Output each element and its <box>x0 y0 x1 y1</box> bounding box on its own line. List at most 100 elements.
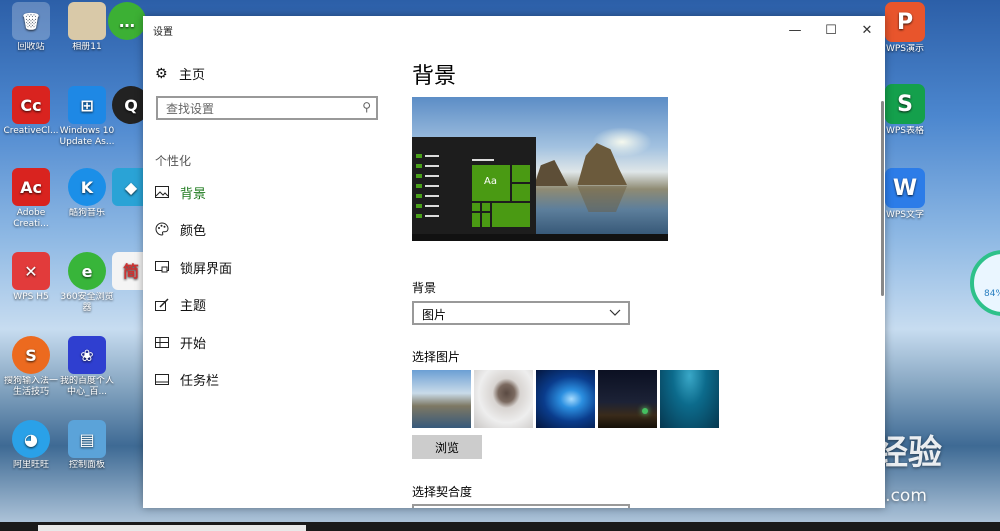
preview-reflection <box>577 186 627 212</box>
desktop-icon-qq[interactable]: Q <box>112 86 150 126</box>
desktop-icon-label: 控制面板 <box>68 460 105 470</box>
desktop-icon-baidupan[interactable]: ◆ <box>112 168 150 208</box>
fit-select[interactable] <box>412 504 630 508</box>
picture-thumbnail-underwater[interactable] <box>660 370 719 428</box>
search-input[interactable] <box>164 100 356 118</box>
preview-tile <box>472 213 480 227</box>
wps-h5-icon: ✕ <box>12 252 50 290</box>
browse-button[interactable]: 浏览 <box>412 435 482 459</box>
taskbar-active-app[interactable] <box>38 525 306 531</box>
background-type-value: 图片 <box>422 308 447 322</box>
background-label: 背景 <box>412 281 437 295</box>
theme-icon <box>155 297 169 311</box>
settings-window: 设置 — ☐ ✕ ⚙ 主页 ⚲ 个性化 背景 颜色 锁屏界面 主题 <box>143 16 885 508</box>
maximize-button[interactable]: ☐ <box>813 16 849 44</box>
desktop-icon-label: 360安全浏览器 <box>60 292 114 313</box>
background-type-select[interactable]: 图片 <box>412 301 630 325</box>
sidebar-home[interactable]: ⚙ 主页 <box>155 64 206 84</box>
desktop-icon-wechat[interactable]: … <box>108 2 146 42</box>
sidebar-item-taskbar[interactable]: 任务栏 <box>155 369 219 389</box>
sidebar-item-label: 开始 <box>180 336 207 352</box>
preview-tile <box>482 203 490 211</box>
preview-tile-text: Aa <box>484 176 497 187</box>
preview-tile <box>492 203 530 227</box>
desktop-icon-sogou[interactable]: S 搜狗输入法一生活技巧 <box>0 336 62 398</box>
kugou-icon: K <box>68 168 106 206</box>
page-title: 背景 <box>412 64 457 89</box>
preview-taskbar <box>412 234 668 241</box>
sidebar-item-lockscreen[interactable]: 锁屏界面 <box>155 257 232 277</box>
sidebar-item-label: 锁屏界面 <box>180 261 233 277</box>
title-bar[interactable]: 设置 — ☐ ✕ <box>143 16 885 44</box>
desktop-icon-label: Adobe Creati... <box>13 208 49 229</box>
desktop-icon-control-panel[interactable]: ▤ 控制面板 <box>56 420 118 471</box>
sogou-icon: S <box>12 336 50 374</box>
adobe-cc-icon: Ac <box>12 168 50 206</box>
chevron-down-icon <box>609 309 621 316</box>
wps-presentation-icon: P <box>885 2 925 42</box>
search-icon[interactable]: ⚲ <box>362 100 371 114</box>
search-box[interactable]: ⚲ <box>156 96 378 120</box>
sidebar-item-label: 颜色 <box>180 223 207 239</box>
wps-writer-icon: W <box>885 168 925 208</box>
desktop-icon-label: 我的百度个人中心_百... <box>59 376 114 397</box>
sidebar-item-label: 主题 <box>180 298 207 314</box>
recycle-bin-icon: 🗑 <box>12 2 50 40</box>
picture-thumbnails <box>412 370 722 428</box>
baidu-paw-icon: ❀ <box>68 336 106 374</box>
sidebar-item-start[interactable]: 开始 <box>155 332 206 352</box>
sidebar-item-themes[interactable]: 主题 <box>155 294 206 314</box>
sidebar-item-label: 背景 <box>180 186 207 202</box>
gauge-value: 84% <box>984 289 1000 299</box>
desktop-icon-win10-update[interactable]: ⊞ Windows 10 Update As... <box>56 86 118 148</box>
picture-thumbnail-beach[interactable] <box>412 370 471 428</box>
gear-icon: ⚙ <box>155 65 168 82</box>
window-title: 设置 <box>153 27 173 38</box>
album-icon <box>68 2 106 40</box>
preview-rock <box>534 160 568 186</box>
preview-tile <box>512 165 530 182</box>
windows-logo-icon: ⊞ <box>68 86 106 124</box>
desktop-icon-aliwangwang[interactable]: ◕ 阿里旺旺 <box>0 420 62 471</box>
taskbar-icon <box>155 373 169 385</box>
choose-fit-label: 选择契合度 <box>412 485 473 499</box>
desktop-icon-label: 相册11 <box>72 42 102 52</box>
desktop-icon-360browser[interactable]: e 360安全浏览器 <box>56 252 118 314</box>
preview-tile <box>512 184 530 201</box>
desktop-icon-label: 搜狗输入法一生活技巧 <box>3 376 58 397</box>
desktop-icon-creativecloud[interactable]: Cc CreativeCl... <box>0 86 62 137</box>
background-preview: Aa <box>412 97 668 241</box>
desktop-icon-label: Windows 10 Update As... <box>59 126 115 147</box>
preview-tile <box>472 203 480 211</box>
wechat-icon: … <box>108 2 146 40</box>
lockscreen-icon <box>155 261 169 273</box>
sidebar-item-background[interactable]: 背景 <box>155 182 206 202</box>
desktop-icon-label: CreativeCl... <box>3 126 59 136</box>
start-icon <box>155 336 169 348</box>
aliwangwang-icon: ◕ <box>12 420 50 458</box>
desktop-icon-label: 简 <box>122 261 139 281</box>
preview-tile-large: Aa <box>472 165 510 201</box>
wps-spreadsheet-icon: S <box>885 84 925 124</box>
image-icon <box>155 186 169 198</box>
desktop-icon-recycle-bin[interactable]: 🗑 回收站 <box>0 2 62 53</box>
close-button[interactable]: ✕ <box>849 16 885 44</box>
picture-thumbnail-windows-light[interactable] <box>536 370 595 428</box>
sidebar-item-label: 任务栏 <box>180 373 220 389</box>
sidebar-item-colors[interactable]: 颜色 <box>155 219 206 239</box>
scrollbar[interactable] <box>881 101 884 296</box>
palette-icon <box>155 222 169 236</box>
control-panel-icon: ▤ <box>68 420 106 458</box>
picture-thumbnail-portrait[interactable] <box>474 370 533 428</box>
desktop-icon-adobe[interactable]: Ac Adobe Creati... <box>0 168 62 230</box>
desktop-icon-kugou[interactable]: K 酷狗音乐 <box>56 168 118 219</box>
performance-gauge[interactable]: 84% <box>970 250 1000 316</box>
creative-cloud-icon: Cc <box>12 86 50 124</box>
desktop-icon-baidu-center[interactable]: ❀ 我的百度个人中心_百... <box>56 336 118 398</box>
sidebar-home-label: 主页 <box>179 68 206 83</box>
desktop-icon-jian[interactable]: 简 <box>112 252 150 292</box>
minimize-button[interactable]: — <box>777 16 813 44</box>
picture-thumbnail-night-sky[interactable] <box>598 370 657 428</box>
desktop-icon-wps-h5[interactable]: ✕ WPS H5 <box>0 252 62 303</box>
taskbar <box>0 522 1000 531</box>
